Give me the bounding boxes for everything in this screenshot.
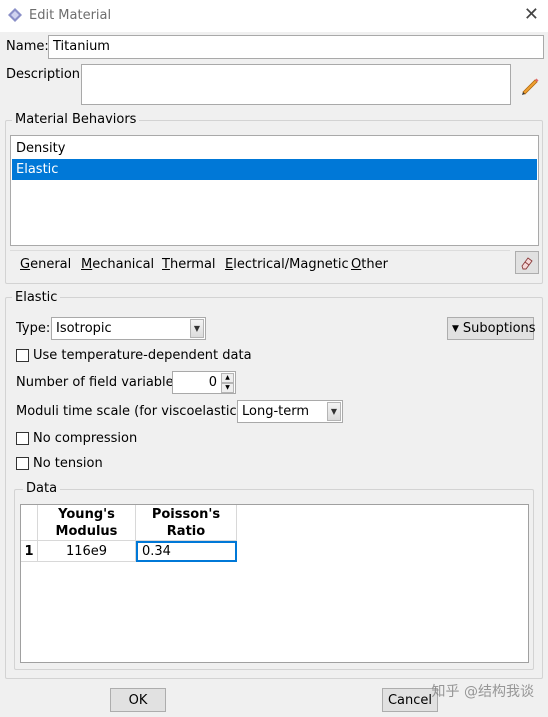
watermark: 知乎 @结构我谈 xyxy=(431,684,534,700)
table-cell-poissons-ratio[interactable]: 0.34 xyxy=(136,541,237,562)
header-line: Poisson's xyxy=(151,506,221,522)
menu-rest: echanical xyxy=(92,257,155,272)
elastic-title: Elastic xyxy=(12,290,61,305)
list-item-density[interactable]: Density xyxy=(12,138,537,159)
menu-other[interactable]: Other xyxy=(351,257,388,272)
mnemonic: M xyxy=(81,257,93,272)
column-header-youngs-modulus[interactable]: Young's Modulus xyxy=(38,505,136,541)
chevron-down-icon[interactable]: ▼ xyxy=(327,402,341,421)
data-title: Data xyxy=(23,481,61,496)
delete-behavior-button[interactable] xyxy=(515,251,539,274)
no-compression-checkbox[interactable] xyxy=(16,432,29,445)
type-value: Isotropic xyxy=(56,321,112,336)
triangle-down-icon: ▼ xyxy=(452,323,459,334)
name-field[interactable]: Titanium xyxy=(48,35,544,59)
mnemonic: O xyxy=(351,257,362,272)
temp-dependent-checkbox[interactable] xyxy=(16,349,29,362)
moduli-time-scale-label: Moduli time scale (for viscoelasticity): xyxy=(16,404,263,419)
behaviors-list[interactable]: Density Elastic xyxy=(10,135,539,246)
description-field[interactable] xyxy=(81,64,511,105)
spin-up-icon[interactable]: ▲ xyxy=(221,373,234,383)
menu-general[interactable]: General xyxy=(20,257,71,272)
field-variables-value: 0 xyxy=(208,375,217,390)
mnemonic: E xyxy=(225,257,234,272)
table-cell-youngs-modulus[interactable]: 116e9 xyxy=(38,541,136,562)
header-line: Modulus xyxy=(55,523,118,539)
column-header-poissons-ratio[interactable]: Poisson's Ratio xyxy=(136,505,237,541)
app-icon xyxy=(8,8,22,22)
no-compression-label: No compression xyxy=(33,431,138,446)
menu-rest: eneral xyxy=(30,257,72,272)
row-header[interactable]: 1 xyxy=(21,541,38,562)
menu-mechanical[interactable]: Mechanical xyxy=(81,257,154,272)
moduli-time-scale-value: Long-term xyxy=(242,404,310,419)
cancel-button[interactable]: Cancel xyxy=(382,688,438,712)
data-table[interactable]: Young's Modulus Poisson's Ratio 1 116e9 … xyxy=(20,504,529,663)
suboptions-button[interactable]: ▼ Suboptions xyxy=(447,317,536,340)
suboptions-label: Suboptions xyxy=(462,321,536,336)
mnemonic: G xyxy=(20,257,31,272)
header-line: Ratio xyxy=(166,523,206,539)
close-icon[interactable]: ✕ xyxy=(524,5,539,25)
type-select[interactable]: Isotropic ▼ xyxy=(51,317,206,340)
temp-dependent-label: Use temperature-dependent data xyxy=(33,348,252,363)
no-tension-checkbox[interactable] xyxy=(16,457,29,470)
menu-rest: ther xyxy=(361,257,388,272)
name-label: Name: xyxy=(6,39,49,54)
chevron-down-icon[interactable]: ▼ xyxy=(190,319,204,338)
edit-pencil-icon[interactable] xyxy=(519,75,541,97)
menu-rest: lectrical/Magnetic xyxy=(233,257,349,272)
menu-rest: hermal xyxy=(169,257,216,272)
mnemonic: T xyxy=(162,257,170,272)
field-variables-spinner[interactable]: 0 ▲ ▼ xyxy=(172,371,236,394)
moduli-time-scale-select[interactable]: Long-term ▼ xyxy=(237,400,343,423)
type-label: Type: xyxy=(16,321,51,336)
ok-button[interactable]: OK xyxy=(110,688,166,712)
no-tension-label: No tension xyxy=(33,456,103,471)
field-variables-label: Number of field variables: xyxy=(16,375,185,390)
window-title: Edit Material xyxy=(29,8,112,23)
menu-electrical-magnetic[interactable]: Electrical/Magnetic xyxy=(225,257,349,272)
description-label: Description: xyxy=(6,67,85,82)
header-line: Young's xyxy=(58,506,115,522)
spin-down-icon[interactable]: ▼ xyxy=(221,383,234,393)
material-behaviors-title: Material Behaviors xyxy=(12,112,140,127)
table-corner xyxy=(21,505,38,541)
menu-thermal[interactable]: Thermal xyxy=(162,257,216,272)
list-item-elastic[interactable]: Elastic xyxy=(12,159,537,180)
eraser-icon xyxy=(521,256,533,269)
